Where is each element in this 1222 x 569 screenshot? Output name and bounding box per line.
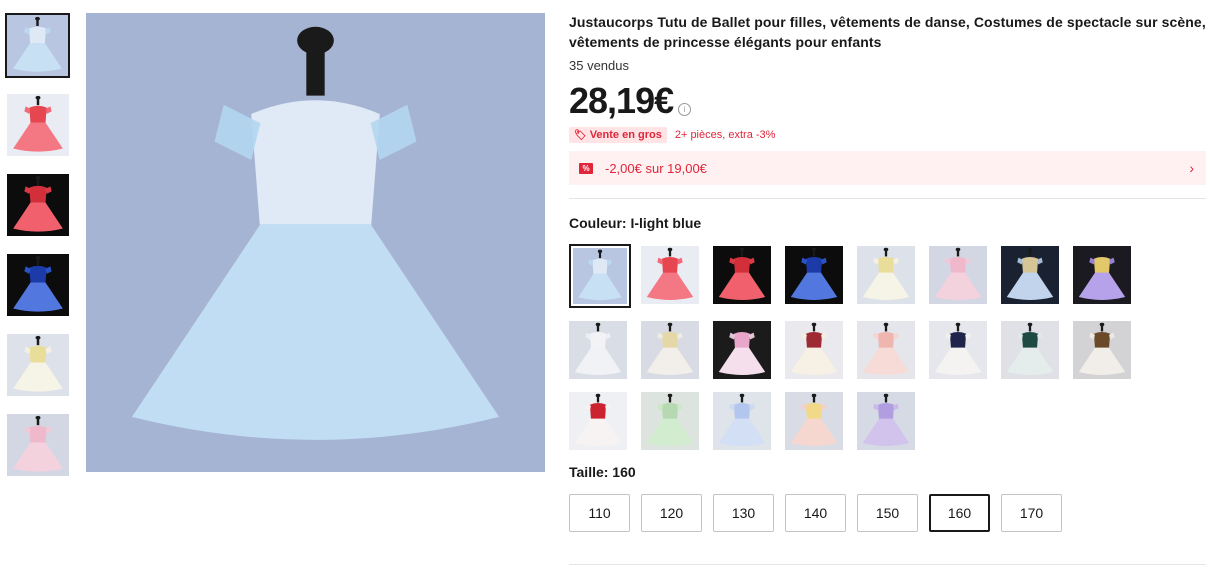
coupon-banner[interactable]: % -2,00€ sur 19,00€ › — [569, 151, 1206, 185]
color-swatch[interactable] — [569, 244, 631, 308]
color-swatch[interactable] — [1001, 321, 1059, 379]
size-option-130[interactable]: 130 — [713, 494, 774, 532]
color-swatch[interactable] — [641, 392, 699, 450]
color-swatch[interactable] — [1073, 246, 1131, 304]
product-info: Justaucorps Tutu de Ballet pour filles, … — [569, 12, 1206, 532]
price: 28,19€ — [569, 80, 674, 121]
color-swatch[interactable] — [785, 246, 843, 304]
color-swatch[interactable] — [929, 246, 987, 304]
bulk-badge: 🏷 Vente en gros — [569, 127, 667, 143]
divider — [569, 198, 1206, 199]
color-swatch[interactable] — [857, 321, 915, 379]
size-option-160[interactable]: 160 — [929, 494, 990, 532]
bulk-discount-row: 🏷 Vente en gros 2+ pièces, extra -3% — [569, 127, 1206, 143]
size-option-120[interactable]: 120 — [641, 494, 702, 532]
tag-icon: 🏷 — [574, 129, 587, 141]
size-option-150[interactable]: 150 — [857, 494, 918, 532]
thumbnail-red-gold[interactable] — [7, 94, 69, 156]
color-swatch[interactable] — [1001, 246, 1059, 304]
thumbnail-column — [5, 13, 70, 494]
bulk-badge-label: Vente en gros — [589, 129, 662, 141]
thumbnail-light-blue[interactable] — [5, 13, 70, 78]
color-swatch[interactable] — [857, 392, 915, 450]
color-swatch[interactable] — [713, 392, 771, 450]
color-swatches — [569, 244, 1206, 450]
thumbnail-cream[interactable] — [7, 334, 69, 396]
size-option-170[interactable]: 170 — [1001, 494, 1062, 532]
coupon-text: -2,00€ sur 19,00€ — [605, 160, 707, 176]
color-swatch[interactable] — [713, 321, 771, 379]
thumbnail-royal-blue[interactable] — [7, 254, 69, 316]
color-swatch[interactable] — [857, 246, 915, 304]
sold-count: 35 vendus — [569, 58, 629, 73]
thumbnail-red-black[interactable] — [7, 174, 69, 236]
coupon-percent-icon: % — [579, 162, 593, 174]
color-label: Couleur: I-light blue — [569, 215, 702, 231]
size-label: Taille: 160 — [569, 464, 636, 480]
size-option-110[interactable]: 110 — [569, 494, 630, 532]
size-options: 110 120 130 140 150 160 170 — [569, 494, 1206, 532]
color-swatch[interactable] — [569, 321, 627, 379]
main-product-image[interactable] — [86, 13, 545, 472]
color-swatch[interactable] — [785, 392, 843, 450]
color-swatch[interactable] — [1073, 321, 1131, 379]
color-swatch[interactable] — [929, 321, 987, 379]
color-swatch[interactable] — [713, 246, 771, 304]
bottom-divider — [569, 564, 1206, 565]
thumbnail-pink[interactable] — [7, 414, 69, 476]
color-swatch[interactable] — [641, 321, 699, 379]
info-icon[interactable]: i — [678, 103, 692, 116]
product-title: Justaucorps Tutu de Ballet pour filles, … — [569, 14, 1206, 50]
size-option-140[interactable]: 140 — [785, 494, 846, 532]
color-swatch[interactable] — [785, 321, 843, 379]
color-swatch[interactable] — [641, 246, 699, 304]
bulk-offer-text: 2+ pièces, extra -3% — [674, 129, 776, 141]
price-row: 28,19€ i — [569, 81, 1206, 121]
chevron-right-icon[interactable]: › — [1189, 160, 1194, 176]
color-swatch[interactable] — [569, 392, 627, 450]
